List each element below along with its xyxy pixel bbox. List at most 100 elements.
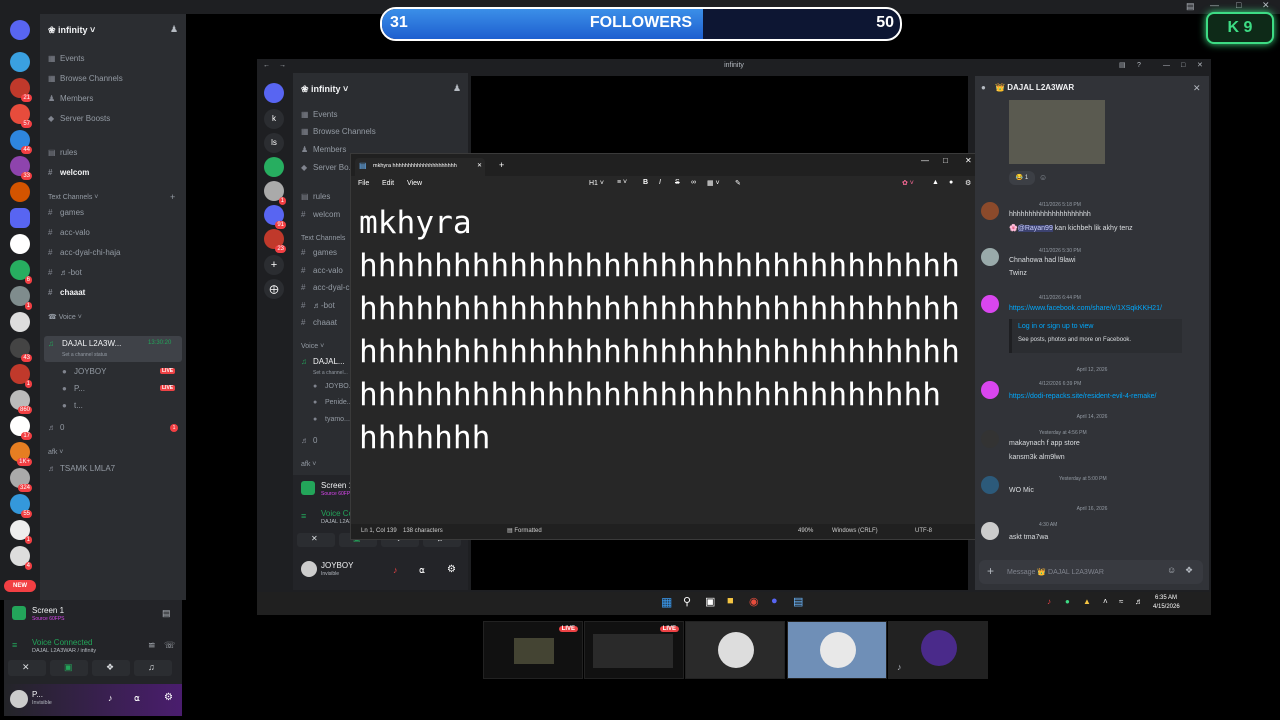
server-name-header[interactable]: ❀ infinity ˅ <box>48 22 95 38</box>
menu-members[interactable]: ♟ Members <box>301 142 346 158</box>
menu-events[interactable]: ▦ Events <box>301 107 337 123</box>
server-icon[interactable]: 33 <box>10 156 32 180</box>
notepad-icon[interactable]: ▤ <box>793 595 803 608</box>
menu-file[interactable]: File <box>358 180 369 187</box>
microphone-icon[interactable]: ♪ <box>108 693 113 703</box>
account-icon[interactable]: ● <box>949 179 953 186</box>
chevron-up-icon[interactable]: ˄ <box>1103 597 1108 606</box>
server-icon[interactable] <box>10 52 30 72</box>
minimize-icon[interactable]: — <box>921 156 929 165</box>
channel-games[interactable]: # games <box>48 205 84 221</box>
discord-home-icon[interactable] <box>10 20 30 40</box>
task-view-icon[interactable]: ▣ <box>705 595 715 608</box>
headphones-icon[interactable]: ⍺ <box>134 693 140 704</box>
camera-button[interactable]: ✕ <box>297 533 335 547</box>
channel-bot[interactable]: # ♬-bot <box>301 298 335 314</box>
voice-channel-active[interactable]: ♫ DAJAL L2A3W... 13:30:20 Set a channel … <box>44 336 182 362</box>
line-ending[interactable]: Windows (CRLF) <box>832 524 878 539</box>
minimize-icon[interactable]: — <box>1163 59 1170 73</box>
menu-server-boosts[interactable]: ◆ Server Bo... <box>301 160 355 176</box>
activity-button[interactable]: ❖ <box>92 660 130 676</box>
server-icon[interactable]: 1 <box>10 286 32 310</box>
discord-home-icon[interactable] <box>264 83 284 103</box>
avatar[interactable] <box>981 381 999 399</box>
server-icon[interactable]: 324 <box>10 468 32 492</box>
search-icon[interactable]: ⚲ <box>683 595 691 608</box>
add-member-icon[interactable]: ♟ <box>170 24 178 35</box>
category-voice[interactable]: Voice ˅ <box>301 339 324 355</box>
voice-channel-zero[interactable]: ♬ 0 <box>48 420 64 436</box>
category-afk[interactable]: afk ˅ <box>48 445 63 461</box>
message-link[interactable]: https://dodi-repacks.site/resident-evil-… <box>1009 393 1156 400</box>
settings-gear-icon[interactable]: ⚙ <box>447 564 456 575</box>
image-attachment[interactable] <box>1009 100 1105 164</box>
avatar[interactable] <box>981 476 999 494</box>
server-icon[interactable]: 860 <box>10 390 32 414</box>
notepad-text-content[interactable]: mkhyra hhhhhhhhhhhhhhhhhhhhhhhhhhhhhhhhh… <box>359 202 975 460</box>
voice-user[interactable]: ● P... <box>62 381 85 397</box>
settings-gear-icon[interactable]: ⚙ <box>965 179 971 187</box>
message-link[interactable]: https://www.facebook.com/share/v/1XSqkKK… <box>1009 305 1162 312</box>
server-icon[interactable]: 43 <box>10 338 32 362</box>
link-icon[interactable]: ∞ <box>691 179 696 186</box>
category-text-channels[interactable]: Text Channels ˅ <box>48 190 98 206</box>
avatar[interactable] <box>301 561 317 577</box>
close-icon[interactable]: ✕ <box>1197 59 1203 73</box>
stream-thumbnail[interactable]: LIVE <box>483 621 583 679</box>
server-icon[interactable]: 6 <box>10 260 32 284</box>
new-tab-icon[interactable]: + <box>499 160 504 170</box>
minimize-icon[interactable]: — <box>1210 0 1219 10</box>
participant-tile[interactable] <box>685 621 785 679</box>
menu-edit[interactable]: Edit <box>382 180 394 187</box>
embed-title[interactable]: Log in or sign up to view <box>1018 323 1094 330</box>
channel-chaaat[interactable]: # chaaat <box>48 285 85 301</box>
file-explorer-icon[interactable]: ■ <box>727 595 734 607</box>
zoom-level[interactable]: 490% <box>798 524 813 539</box>
server-icon[interactable] <box>264 157 284 177</box>
add-member-icon[interactable]: ♟ <box>453 83 461 94</box>
server-name-header[interactable]: ❀ infinity ˅ <box>301 81 348 97</box>
add-channel-icon[interactable]: + <box>170 192 175 202</box>
server-icon[interactable]: ls <box>264 133 284 153</box>
megaphone-icon[interactable]: ▲ <box>932 179 939 186</box>
table-icon[interactable]: ▦ ˅ <box>707 179 720 187</box>
discover-icon[interactable]: ⨁ <box>264 279 284 299</box>
voice-user[interactable]: ● t... <box>62 398 83 414</box>
channel-welcom[interactable]: # welcom <box>301 207 340 223</box>
tray-app-icon[interactable]: ▲ <box>1083 597 1091 606</box>
voice-channel-afk[interactable]: ♬ TSAMK LMLA7 <box>48 461 115 477</box>
channel-bot[interactable]: # ♬-bot <box>48 265 82 281</box>
camera-button[interactable]: ✕ <box>8 660 46 676</box>
maximize-icon[interactable]: □ <box>1181 59 1185 73</box>
volume-icon[interactable]: ♬ <box>1135 597 1143 606</box>
add-reaction-icon[interactable]: ☺ <box>1039 173 1047 182</box>
maximize-icon[interactable]: □ <box>1236 0 1241 10</box>
clear-format-icon[interactable]: ✎ <box>735 179 741 187</box>
server-icon[interactable]: 23 <box>264 229 286 253</box>
voice-status[interactable]: Set a channel status <box>62 352 107 358</box>
headphones-icon[interactable]: ⍺ <box>419 565 425 576</box>
server-icon[interactable]: 4 <box>10 546 32 570</box>
attach-plus-icon[interactable]: + <box>987 564 994 578</box>
channel-games[interactable]: # games <box>301 245 337 261</box>
voice-user[interactable]: ● Penide... <box>313 395 353 411</box>
wifi-icon[interactable]: ≈ <box>1119 597 1123 606</box>
voice-user[interactable]: ● JOYBOY <box>62 364 106 380</box>
chrome-icon[interactable]: ◉ <box>749 595 759 608</box>
noise-suppression-icon[interactable]: ≌ <box>148 640 156 651</box>
server-icon[interactable]: 91 <box>264 205 286 229</box>
popout-icon[interactable]: ▤ <box>162 608 171 619</box>
channel-rules[interactable]: ▤ rules <box>48 145 77 161</box>
soundboard-button[interactable]: ♫ <box>134 660 172 676</box>
message-input[interactable]: + Message 👑 DAJAL L2A3WAR ☺ ❖ <box>979 560 1203 584</box>
new-badge[interactable]: NEW <box>4 580 36 592</box>
close-icon[interactable]: ✕ <box>1262 0 1270 11</box>
copilot-icon[interactable]: ✿ ˅ <box>902 179 914 187</box>
settings-gear-icon[interactable]: ⚙ <box>164 692 173 703</box>
windows-start-icon[interactable]: ▦ <box>661 595 672 609</box>
inbox-icon[interactable]: ▤ <box>1186 1 1195 12</box>
tray-app-icon[interactable]: ● <box>1065 597 1070 606</box>
avatar[interactable] <box>10 690 28 708</box>
channel-acc-dyal[interactable]: # acc-dyal-c... <box>301 280 356 296</box>
mention[interactable]: @Rayan99 <box>1017 225 1053 232</box>
